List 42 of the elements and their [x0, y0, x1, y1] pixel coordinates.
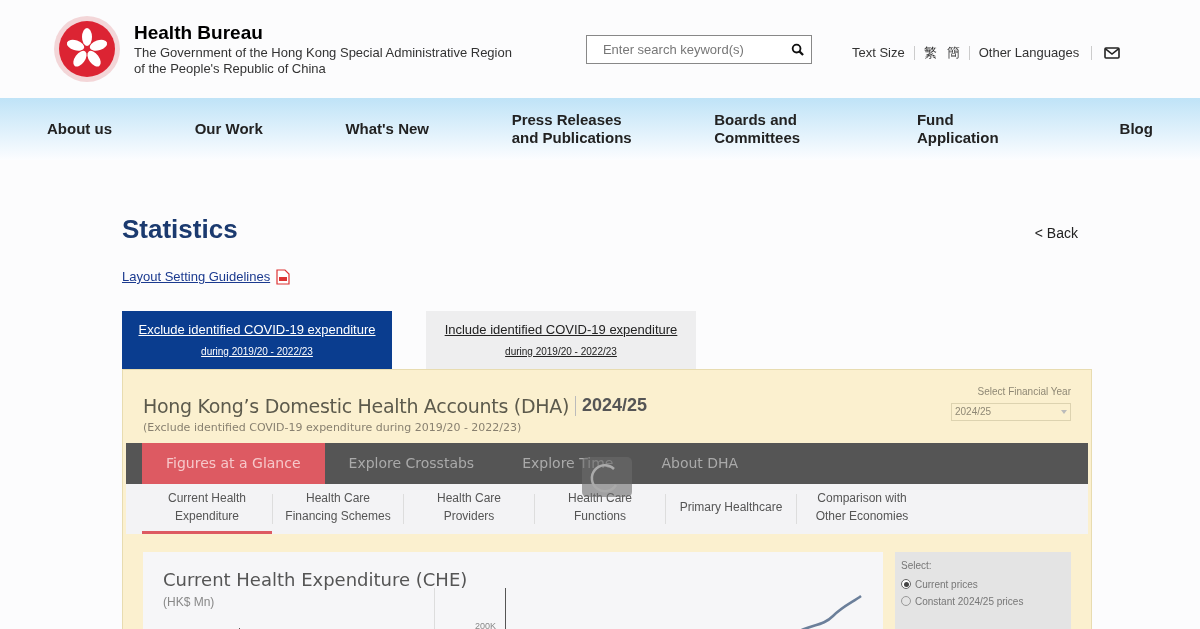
- dashboard-subtitle: (Exclude identified COVID-19 expenditure during 2019/20 - 2022/23): [143, 420, 523, 436]
- sub-tab[interactable]: Comparison with Other Economies: [797, 483, 927, 534]
- search-field[interactable]: Enter search keyword(s): [585, 34, 812, 64]
- utility-link[interactable]: 簡: [946, 43, 960, 63]
- nav-link[interactable]: Fund Application: [916, 111, 1037, 147]
- radio-label: Current prices: [915, 577, 978, 592]
- nav-link[interactable]: Our Work: [194, 120, 263, 138]
- year-label: 2024/25: [582, 394, 648, 418]
- nav-link[interactable]: Blog: [1119, 120, 1153, 138]
- radio-button[interactable]: [901, 579, 911, 590]
- nav-link[interactable]: Press Releases and Publications: [511, 111, 632, 147]
- sub-tab[interactable]: Health Care Financing Schemes: [273, 483, 403, 534]
- nav-link[interactable]: What's New: [345, 120, 429, 138]
- page-title: Statistics: [122, 213, 238, 246]
- sub-tab[interactable]: Health Care Providers: [404, 483, 534, 534]
- search-icon[interactable]: [790, 42, 804, 56]
- dashboard-title: Hong Kong’s Domestic Health Accounts (DHA): [143, 393, 570, 419]
- chart-title: Current Health Expenditure (CHE): [163, 567, 469, 592]
- sub-tab[interactable]: Primary Healthcare: [666, 483, 796, 534]
- covid-tab[interactable]: Exclude identified COVID-19 expenditure during 2019/20 - 2022/23: [122, 310, 392, 369]
- caret-icon: [1061, 409, 1067, 414]
- covid-tab[interactable]: Include identified COVID-19 expenditure during 2019/20 - 2022/23: [426, 310, 696, 369]
- site-subtitle: The Government of the Hong Kong Special Administrative Region: [134, 44, 512, 61]
- nav-link[interactable]: Boards and Committees: [714, 111, 835, 147]
- utility-link[interactable]: 繁: [923, 43, 937, 63]
- utility-link[interactable]: Text Size: [851, 43, 905, 63]
- axis-tick-label: 200K: [475, 619, 497, 629]
- radio-label: Constant 2024/25 prices: [915, 594, 1024, 609]
- year-select-label: Select Financial Year: [977, 384, 1071, 399]
- site-title: Health Bureau: [134, 21, 264, 45]
- guidelines-link[interactable]: Layout Setting Guidelines: [122, 267, 271, 287]
- emblem-logo[interactable]: [53, 15, 121, 83]
- sub-tab[interactable]: Current Health Expenditure: [142, 483, 272, 534]
- site-subtitle: of the People's Republic of China: [134, 60, 327, 77]
- mail-icon[interactable]: [1104, 47, 1121, 59]
- nav-link[interactable]: About us: [47, 120, 112, 138]
- pdf-icon[interactable]: [276, 268, 291, 285]
- chart-unit: (HK$ Mn): [163, 593, 215, 611]
- options-label: Select:: [901, 558, 933, 573]
- utility-link[interactable]: Other Languages: [978, 43, 1080, 63]
- sub-tab[interactable]: Health Care Functions: [535, 483, 665, 534]
- back-link[interactable]: < Back: [1034, 223, 1078, 244]
